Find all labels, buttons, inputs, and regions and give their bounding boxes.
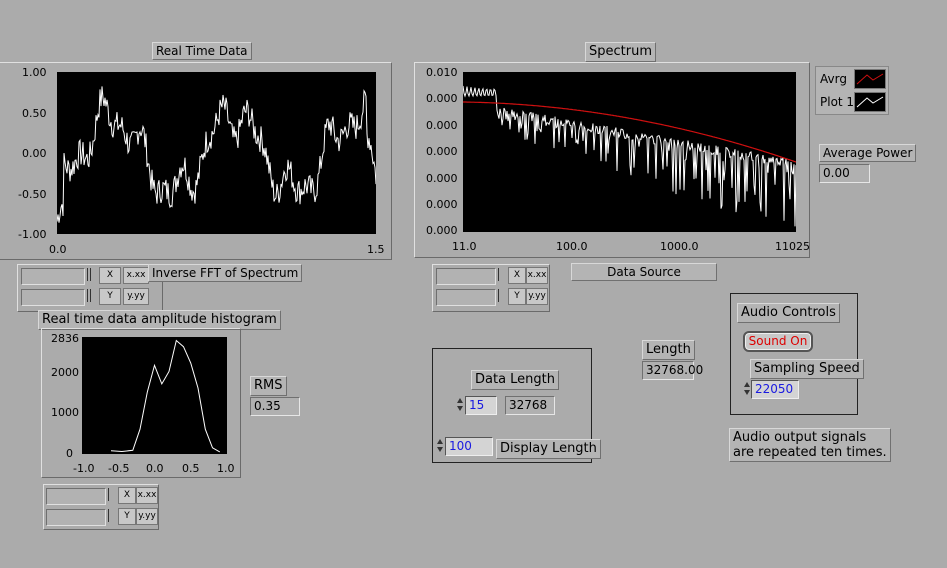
display-length-control[interactable]: 100 [445,437,493,456]
spec-y-tick: 0.000 [426,119,458,132]
spectrum-plot-area[interactable] [462,72,797,232]
rt-y-tick: -1.00 [18,228,47,241]
hist-x-tick: 0.0 [146,462,164,475]
legend-avrg-label: Avrg [820,72,847,86]
legend-plot1-swatch[interactable] [854,92,886,112]
rms-label: RMS [250,376,287,396]
spec-y-tick: 0.010 [426,66,458,79]
histogram-title: Real time data amplitude histogram [38,310,281,330]
spec-x-tick: 1000.0 [660,240,699,253]
inverse-fft-label[interactable]: Inverse FFT of Spectrum [148,264,302,282]
y-scale-name-field[interactable] [46,509,106,526]
y-lock-icon[interactable] [498,289,508,304]
average-power-label: Average Power [819,144,917,162]
legend-plot1-label: Plot 1 [820,95,855,109]
spec-x-tick: 11.0 [452,240,477,253]
hist-x-tick: -1.0 [73,462,95,475]
y-scale-name-field[interactable] [436,289,496,306]
x-autoscale-button[interactable]: X [99,267,121,284]
real-time-plot-area[interactable] [56,72,377,234]
data-length-control[interactable]: 15 [465,396,497,415]
rt-x-tick: 1.5 [367,243,385,256]
x-format-button[interactable]: x.xx [526,267,548,284]
hist-x-tick: -0.5 [108,462,130,475]
spec-x-tick: 100.0 [556,240,588,253]
legend-avrg-swatch[interactable] [854,69,886,89]
hist-y-tick: 2836 [51,332,79,345]
y-autoscale-button[interactable]: Y [508,288,526,305]
histogram-plot-area[interactable] [82,337,227,454]
x-scale-name-field[interactable] [436,268,496,285]
real-time-graph-title: Real Time Data [152,42,252,60]
hist-x-tick: 0.5 [182,462,200,475]
x-format-button[interactable]: x.xx [136,487,158,504]
audio-controls-title: Audio Controls [737,303,840,323]
histogram-curve [110,339,221,453]
spec-y-tick: 0.000 [426,145,458,158]
y-lock-icon[interactable] [87,289,97,304]
y-autoscale-button[interactable]: Y [118,508,136,525]
rms-value: 0.35 [250,397,300,416]
data-length-spinner[interactable] [457,396,464,415]
x-lock-icon[interactable] [87,268,97,283]
data-length-label: Data Length [471,370,560,390]
x-autoscale-button[interactable]: X [508,267,526,284]
rt-y-tick: -0.50 [18,188,47,201]
rt-x-tick: 0.0 [49,243,67,256]
sampling-speed-control[interactable]: 22050 [751,380,799,399]
sampling-speed-label: Sampling Speed [750,359,864,379]
spec-x-tick: 11025.0 [775,240,809,253]
hist-x-tick: 1.0 [217,462,235,475]
spec-y-tick: 0.000 [426,198,458,211]
rt-y-tick: 1.00 [22,66,47,79]
y-lock-icon[interactable] [108,509,118,524]
x-format-button[interactable]: x.xx [123,267,149,284]
x-lock-icon[interactable] [498,268,508,283]
x-lock-icon[interactable] [108,488,118,503]
y-autoscale-button[interactable]: Y [99,288,121,305]
y-format-button[interactable]: y.yy [123,288,149,305]
sampling-speed-spinner[interactable] [744,380,751,399]
average-power-value: 0.00 [819,164,870,183]
y-scale-name-field[interactable] [21,289,85,306]
spectrum-traces [462,85,797,227]
y-format-button[interactable]: y.yy [136,508,158,525]
rt-y-tick: 0.50 [22,107,47,120]
real-time-waveform [56,86,377,223]
display-length-spinner[interactable] [437,437,444,456]
data-source-button[interactable]: Data Source [571,263,717,281]
length-value: 32768.00 [642,361,703,380]
x-autoscale-button[interactable]: X [118,487,136,504]
hist-y-tick: 2000 [51,366,79,379]
spec-y-tick: 0.000 [426,172,458,185]
spec-y-tick: 0.000 [426,224,458,237]
sound-on-button[interactable]: Sound On [743,331,813,352]
hist-y-tick: 1000 [51,406,79,419]
hist-y-tick: 0 [66,447,73,460]
plot-legend[interactable]: Avrg Plot 1 [815,66,889,115]
spec-scale-legend: X x.xx Y y.yy [436,267,548,306]
spectrum-graph-title: Spectrum [585,42,656,62]
hist-scale-legend: X x.xx Y y.yy [46,487,158,526]
rt-scale-legend: X x.xx Y y.yy [21,267,149,306]
rt-y-tick: 0.00 [22,147,47,160]
x-scale-name-field[interactable] [46,488,106,505]
y-format-button[interactable]: y.yy [526,288,548,305]
length-label: Length [642,340,695,360]
spec-y-tick: 0.000 [426,92,458,105]
x-scale-name-field[interactable] [21,268,85,285]
data-length-indicator: 32768 [505,396,555,415]
display-length-label: Display Length [496,439,601,459]
audio-note: Audio output signals are repeated ten ti… [729,428,891,462]
